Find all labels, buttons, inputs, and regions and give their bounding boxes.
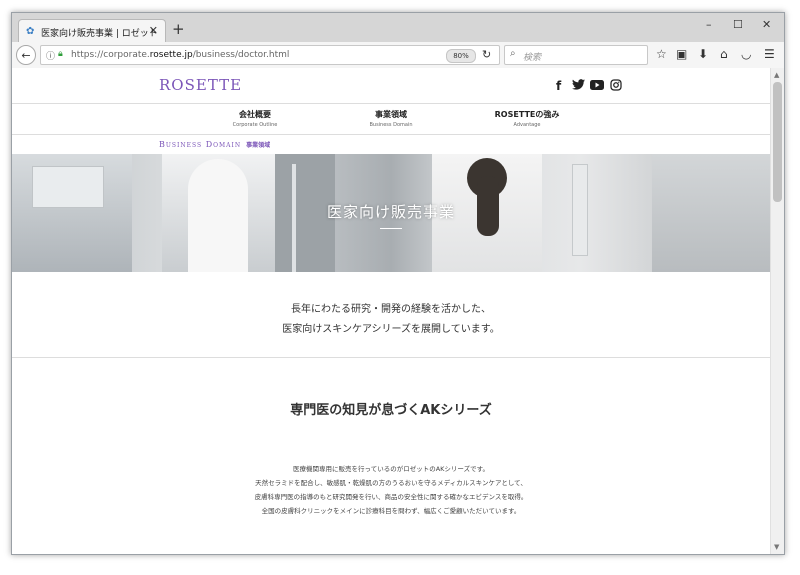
- search-icon: ⌕: [510, 48, 516, 59]
- browser-tab[interactable]: ✿ 医家向け販売事業 | ロゼット ✕: [18, 19, 166, 42]
- hero-underline: [380, 228, 402, 229]
- bookmark-star-icon[interactable]: ☆: [656, 47, 667, 61]
- close-window-button[interactable]: ✕: [762, 18, 771, 31]
- intro-line: 長年にわたる研究・開発の経験を活かした、: [291, 304, 491, 315]
- section-divider: [12, 357, 770, 358]
- section-heading: 専門医の知見が息づくAKシリーズ: [290, 403, 492, 418]
- twitter-icon[interactable]: [572, 79, 585, 93]
- menu-icon[interactable]: ☰: [764, 47, 775, 61]
- maximize-button[interactable]: ☐: [733, 18, 743, 31]
- vertical-scrollbar[interactable]: ▲ ▼: [770, 68, 784, 554]
- home-icon[interactable]: ⌂: [720, 47, 728, 61]
- global-navigation: 会社概要 Corporate Outline 事業領域 Business Dom…: [12, 103, 770, 135]
- body-line: 医療機関専用に販売を行っているのがロゼットのAKシリーズです。: [293, 465, 489, 473]
- body-line: 皮膚科専門医の指導のもと研究開発を行い、商品の安全性に関する確かなエビデンスを取…: [254, 493, 528, 501]
- download-icon[interactable]: ⬇: [698, 47, 708, 61]
- scroll-down-arrow-icon[interactable]: ▼: [774, 543, 779, 551]
- lock-icon: 🔒︎: [58, 49, 63, 59]
- search-bar[interactable]: ⌕ 検索: [504, 45, 648, 65]
- facebook-icon[interactable]: f: [556, 79, 561, 93]
- reading-list-icon[interactable]: ▣: [676, 47, 687, 61]
- url-path: /business/doctor.html: [192, 50, 290, 60]
- nav-item-advantage[interactable]: ROSETTEの強み Advantage: [467, 109, 587, 128]
- tab-title: 医家向け販売事業 | ロゼット: [41, 29, 158, 39]
- url-text: https://corporate.rosette.jp/business/do…: [71, 50, 289, 60]
- zoom-level-badge[interactable]: 80%: [446, 49, 476, 63]
- intro-line: 医家向けスキンケアシリーズを展開しています。: [282, 324, 500, 335]
- tab-close-icon[interactable]: ✕: [149, 24, 158, 37]
- site-logo[interactable]: ROSETTE: [159, 76, 242, 94]
- scroll-up-arrow-icon[interactable]: ▲: [774, 71, 779, 79]
- url-domain: rosette.jp: [149, 50, 193, 60]
- info-icon[interactable]: ⓘ: [46, 49, 55, 62]
- nav-item-corporate-outline[interactable]: 会社概要 Corporate Outline: [195, 109, 315, 128]
- tab-strip: ✿ 医家向け販売事業 | ロゼット ✕ + – ☐ ✕: [12, 13, 784, 42]
- body-line: 全国の皮膚科クリニックをメインに診療科目を問わず、幅広くご愛顧いただいています。: [261, 507, 521, 515]
- youtube-icon[interactable]: [590, 79, 604, 93]
- instagram-icon[interactable]: [610, 79, 622, 94]
- back-arrow-icon: ←: [21, 49, 31, 62]
- breadcrumb-en: Business Domain: [159, 140, 242, 149]
- nav-label-en: Corporate Outline: [232, 122, 278, 128]
- intro-text: 長年にわたる研究・開発の経験を活かした、 医家向けスキンケアシリーズを展開してい…: [12, 300, 770, 340]
- new-tab-button[interactable]: +: [172, 20, 185, 38]
- section-body: 医療機関専用に販売を行っているのがロゼットのAKシリーズです。 天然セラミドを配…: [12, 462, 770, 518]
- url-prefix: https://corporate.: [71, 50, 150, 60]
- breadcrumb-jp: 事業領域: [246, 142, 271, 149]
- hero-title: 医家向け販売事業: [326, 203, 455, 221]
- breadcrumb: Business Domain 事業領域: [159, 140, 270, 149]
- nav-label-jp: ROSETTEの強み: [494, 110, 560, 119]
- navigation-bar: ← ⓘ 🔒︎ https://corporate.rosette.jp/busi…: [12, 42, 784, 69]
- web-page: ROSETTE f 会社概要 Corporate Outline 事業領域 Bu…: [12, 68, 770, 554]
- hero-banner: 医家向け販売事業: [12, 154, 770, 272]
- body-line: 天然セラミドを配合し、敏感肌・乾燥肌の方のうるおいを守るメディカルスキンケアとし…: [255, 479, 527, 487]
- pocket-icon[interactable]: ◡: [741, 47, 751, 61]
- scrollbar-thumb[interactable]: [773, 82, 782, 202]
- nav-label-en: Business Domain: [369, 122, 413, 128]
- reload-icon[interactable]: ↻: [482, 48, 491, 61]
- minimize-button[interactable]: –: [706, 18, 712, 31]
- nav-label-en: Advantage: [513, 122, 541, 128]
- browser-window: ✿ 医家向け販売事業 | ロゼット ✕ + – ☐ ✕ ← ⓘ 🔒︎ https…: [11, 12, 785, 555]
- rosette-favicon-icon: ✿: [26, 26, 35, 37]
- nav-item-business-domain[interactable]: 事業領域 Business Domain: [331, 109, 451, 128]
- address-bar[interactable]: ⓘ 🔒︎ https://corporate.rosette.jp/busine…: [40, 45, 500, 65]
- nav-label-jp: 事業領域: [375, 110, 407, 119]
- back-button[interactable]: ←: [16, 45, 36, 65]
- nav-label-jp: 会社概要: [239, 110, 271, 119]
- search-placeholder: 検索: [523, 53, 542, 63]
